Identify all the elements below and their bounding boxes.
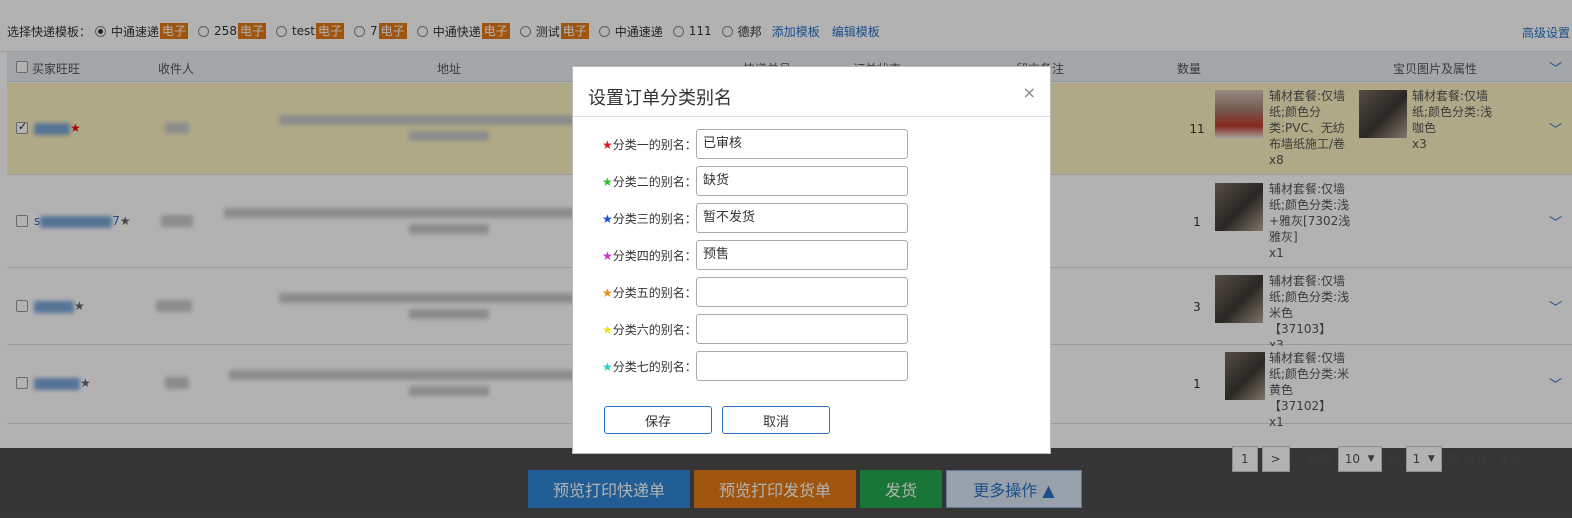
star-icon: ★ — [602, 248, 613, 263]
close-icon[interactable]: × — [1023, 83, 1036, 102]
divider — [573, 116, 1050, 117]
alias-field-3: ★分类三的别名： 暂不发货 — [602, 203, 908, 233]
field-label: ★分类五的别名： — [602, 285, 697, 300]
field-label: ★分类七的别名： — [602, 359, 697, 374]
star-icon: ★ — [602, 322, 613, 337]
alias-field-6: ★分类六的别名： — [602, 314, 908, 344]
alias-input-7[interactable] — [696, 351, 908, 381]
dialog-title: 设置订单分类别名 — [588, 88, 732, 109]
alias-field-2: ★分类二的别名： 缺货 — [602, 166, 908, 196]
alias-field-5: ★分类五的别名： — [602, 277, 908, 307]
save-button[interactable]: 保存 — [604, 406, 712, 434]
alias-input-6[interactable] — [696, 314, 908, 344]
alias-input-3[interactable]: 暂不发货 — [696, 203, 908, 233]
field-label: ★分类四的别名： — [602, 248, 697, 263]
cancel-button[interactable]: 取消 — [722, 406, 830, 434]
alias-input-1[interactable]: 已审核 — [696, 129, 908, 159]
star-icon: ★ — [602, 211, 613, 226]
alias-field-7: ★分类七的别名： — [602, 351, 908, 381]
alias-input-2[interactable]: 缺货 — [696, 166, 908, 196]
alias-input-4[interactable]: 预售 — [696, 240, 908, 270]
field-label: ★分类三的别名： — [602, 211, 697, 226]
star-icon: ★ — [602, 174, 613, 189]
alias-field-1: ★分类一的别名： 已审核 — [602, 129, 908, 159]
star-icon: ★ — [602, 359, 613, 374]
category-alias-dialog: 设置订单分类别名 × ★分类一的别名： 已审核 ★分类二的别名： 缺货 ★分类三… — [572, 66, 1051, 454]
field-label: ★分类二的别名： — [602, 174, 697, 189]
field-label: ★分类一的别名： — [602, 137, 697, 152]
star-icon: ★ — [602, 285, 613, 300]
alias-field-4: ★分类四的别名： 预售 — [602, 240, 908, 270]
star-icon: ★ — [602, 137, 613, 152]
field-label: ★分类六的别名： — [602, 322, 697, 337]
alias-input-5[interactable] — [696, 277, 908, 307]
